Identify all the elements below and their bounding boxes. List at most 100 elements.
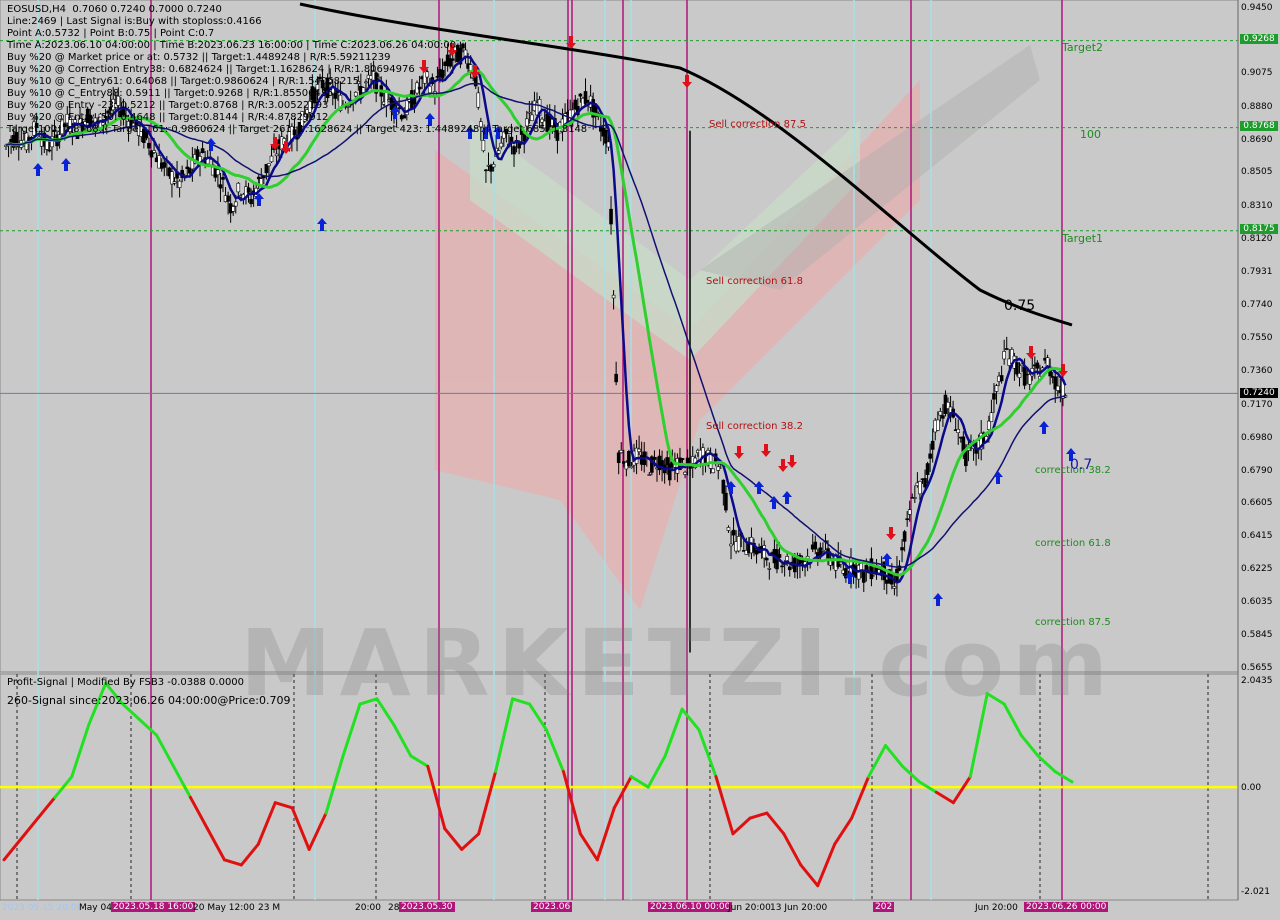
date-tag: 2023.06.26 00:00 [1024,902,1109,912]
candle-body [47,149,52,152]
price-tick: 0.6035 [1241,596,1273,607]
candle-body [1055,385,1060,391]
candle-body [938,411,943,416]
candle-body [716,466,721,471]
candle-body [994,385,999,392]
candle-body [1017,372,1022,378]
correction-618-label: correction 61.8 [1035,538,1111,549]
candle-body [907,509,912,515]
candle-body [941,415,945,419]
candle-body [918,480,922,495]
date-tick: 23 M [258,903,281,913]
correction-875-label: correction 87.5 [1035,617,1111,628]
indicator-signal: 260-Signal since:2023.06.26 04:00:00@Pri… [7,694,291,707]
candle-body [246,187,251,193]
info-line: Buy %10 @ C_Entry88: 0.5911 || Target:0.… [7,88,334,99]
price-tick: 0.6605 [1241,497,1273,508]
candle-body [200,148,205,154]
date-tick: May 04 [79,903,112,913]
candle-body [729,543,733,547]
candle-body [233,201,238,207]
candle-body [517,143,521,149]
candle-body [821,550,825,552]
candle-body [762,545,767,559]
candle-body [923,478,927,488]
candle-body [221,177,225,180]
candle-body [736,536,741,552]
candle-body [900,547,904,551]
indicator-scale-bottom: -2.021 [1241,887,1271,897]
candle-body [999,375,1004,382]
candle-body [629,466,634,469]
candle-body [1035,362,1040,369]
price-tick: 0.7360 [1241,366,1273,377]
candle-body [216,169,220,176]
candle-body [1015,362,1019,375]
candle-body [726,527,731,531]
date-tag: 2023.05.30 [399,902,455,912]
candle-body [913,497,917,499]
candle-body [859,562,864,571]
price-tick: 0.5845 [1241,629,1273,640]
candle-body [780,565,784,568]
candle-body [928,453,932,459]
candle-body [269,155,274,163]
candle-body [218,184,223,189]
price-tick: 0.6415 [1241,530,1273,541]
candle-body [1022,366,1027,386]
candle-body [936,419,940,431]
candle-body [619,450,624,453]
price-tick: 0.6225 [1241,563,1273,574]
indicator-scale-mid: 0.00 [1241,783,1262,793]
candle-body [902,531,907,542]
candle-body [989,412,994,422]
info-line: Buy %20 @ Entry -23: 0.5212 || Target:0.… [7,100,329,111]
date-tick: 13 Jun 20:00 [770,903,828,913]
price-tick: 0.8120 [1241,234,1273,245]
candle-body [708,453,713,469]
candle-body [956,429,961,433]
point-c-label: 0.7 [1070,457,1093,473]
candle-body [861,570,866,583]
price-tick: 0.7931 [1241,267,1273,278]
date-tag: 2023.06 [531,902,573,912]
candle-body [1002,351,1006,360]
candle-body [614,373,618,383]
date-tick: 20:00 [355,903,381,913]
price-tick: 0.5655 [1241,663,1273,673]
candle-body [249,198,253,205]
candle-body [680,458,685,461]
candle-body [147,142,151,149]
indicator-title: Profit-Signal | Modified By FSB3 -0.0388… [7,677,245,688]
candle-body [499,142,504,148]
candle-body [683,471,687,475]
candle-body [711,468,715,474]
candle-body [604,129,608,144]
target1-label: Target1 [1062,232,1104,245]
target2-price-tag: 0.9268 [1240,34,1278,44]
price-tick: 0.9075 [1241,68,1273,79]
sell-correction-618-label: Sell correction 61.8 [706,276,803,287]
candle-body [616,452,621,464]
candle-body [609,208,613,225]
price-tick: 0.6790 [1241,465,1273,476]
candle-body [777,554,782,558]
price-tick: 0.7550 [1241,333,1273,344]
candle-body [177,180,182,188]
candle-body [231,206,236,212]
candle-body [724,492,728,511]
watermark-text: MARKETZI.com [240,610,1116,717]
info-line: Buy %10 @ C_Entry61: 0.64068 || Target:0… [7,76,360,87]
candle-body [274,153,279,157]
date-tick: 2023.05.15 20:00 [2,903,83,913]
candle-body [647,474,652,476]
candle-body [226,195,230,202]
candle-body [491,164,496,168]
price-tick: 0.8505 [1241,167,1273,178]
price-tick: 0.9450 [1241,3,1273,13]
date-tick: 28 [388,903,400,913]
candle-body [481,140,486,152]
date-tag: 2023.05.18 16:00 [111,902,196,912]
candle-body [1004,348,1009,350]
date-tag: 2023.06.10 00:00 [648,902,733,912]
